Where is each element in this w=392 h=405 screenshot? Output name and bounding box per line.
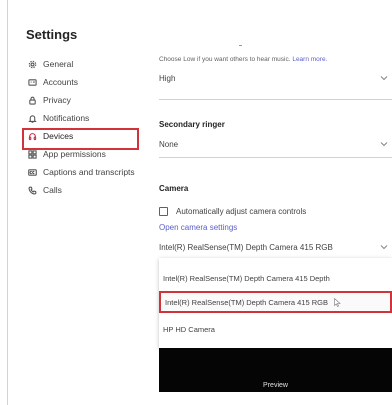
nav-item-calls[interactable]: Calls xyxy=(25,181,160,199)
nav-item-label: Calls xyxy=(43,185,62,195)
camera-dropdown-menu: Intel(R) RealSense(TM) Depth Camera 415 … xyxy=(159,258,392,348)
chevron-down-icon xyxy=(380,243,388,252)
page-title: Settings xyxy=(26,27,78,42)
cc-icon xyxy=(25,168,39,177)
preview-label: Preview xyxy=(263,382,288,389)
nav-item-general[interactable]: General xyxy=(25,55,160,73)
nav-item-privacy[interactable]: Privacy xyxy=(25,91,160,109)
nav-item-label: Captions and transcripts xyxy=(43,167,135,177)
apps-grid-icon xyxy=(25,149,39,159)
camera-option-selected[interactable]: Intel(R) RealSense(TM) Depth Camera 415 … xyxy=(159,291,392,313)
phone-icon xyxy=(25,186,39,195)
secondary-ringer-select[interactable]: None xyxy=(159,133,392,155)
auto-adjust-camera-row[interactable]: Automatically adjust camera controls xyxy=(159,207,306,216)
music-quality-select[interactable]: High xyxy=(159,67,392,89)
camera-title: Camera xyxy=(159,184,189,193)
auto-adjust-checkbox[interactable] xyxy=(159,207,168,216)
open-camera-settings-link[interactable]: Open camera settings xyxy=(159,223,237,232)
camera-preview: Preview xyxy=(159,348,392,392)
id-card-icon xyxy=(25,78,39,87)
camera-option[interactable]: Intel(R) RealSense(TM) Depth Camera 415 … xyxy=(159,267,392,289)
scroll-indicator xyxy=(239,45,242,46)
nav-item-label: Notifications xyxy=(43,113,90,123)
chevron-down-icon xyxy=(380,140,388,149)
divider xyxy=(159,99,392,100)
nav-item-notifications[interactable]: Notifications xyxy=(25,109,160,127)
bell-icon xyxy=(25,114,39,123)
learn-more-link[interactable]: Learn more. xyxy=(292,56,327,63)
nav-item-label: App permissions xyxy=(43,149,106,159)
secondary-ringer-title: Secondary ringer xyxy=(159,120,225,129)
nav-item-label: Privacy xyxy=(43,95,71,105)
settings-nav: General Accounts Privacy Notifications D… xyxy=(25,55,160,199)
auto-adjust-label: Automatically adjust camera controls xyxy=(176,207,307,216)
gear-icon xyxy=(25,60,39,69)
camera-select[interactable]: Intel(R) RealSense(TM) Depth Camera 415 … xyxy=(159,236,392,258)
devices-highlight-annotation xyxy=(22,128,139,150)
divider xyxy=(159,157,392,158)
nav-item-accounts[interactable]: Accounts xyxy=(25,73,160,91)
chevron-down-icon xyxy=(380,74,388,83)
devices-settings-panel: Choose Low if you want others to hear mu… xyxy=(159,0,392,405)
lock-icon xyxy=(25,96,39,105)
music-hint: Choose Low if you want others to hear mu… xyxy=(159,56,328,63)
mouse-cursor-icon xyxy=(334,297,341,307)
nav-item-label: General xyxy=(43,59,74,69)
nav-item-label: Accounts xyxy=(43,77,78,87)
camera-option[interactable]: HP HD Camera xyxy=(159,318,392,340)
nav-item-captions[interactable]: Captions and transcripts xyxy=(25,163,160,181)
window-left-border xyxy=(7,0,8,405)
